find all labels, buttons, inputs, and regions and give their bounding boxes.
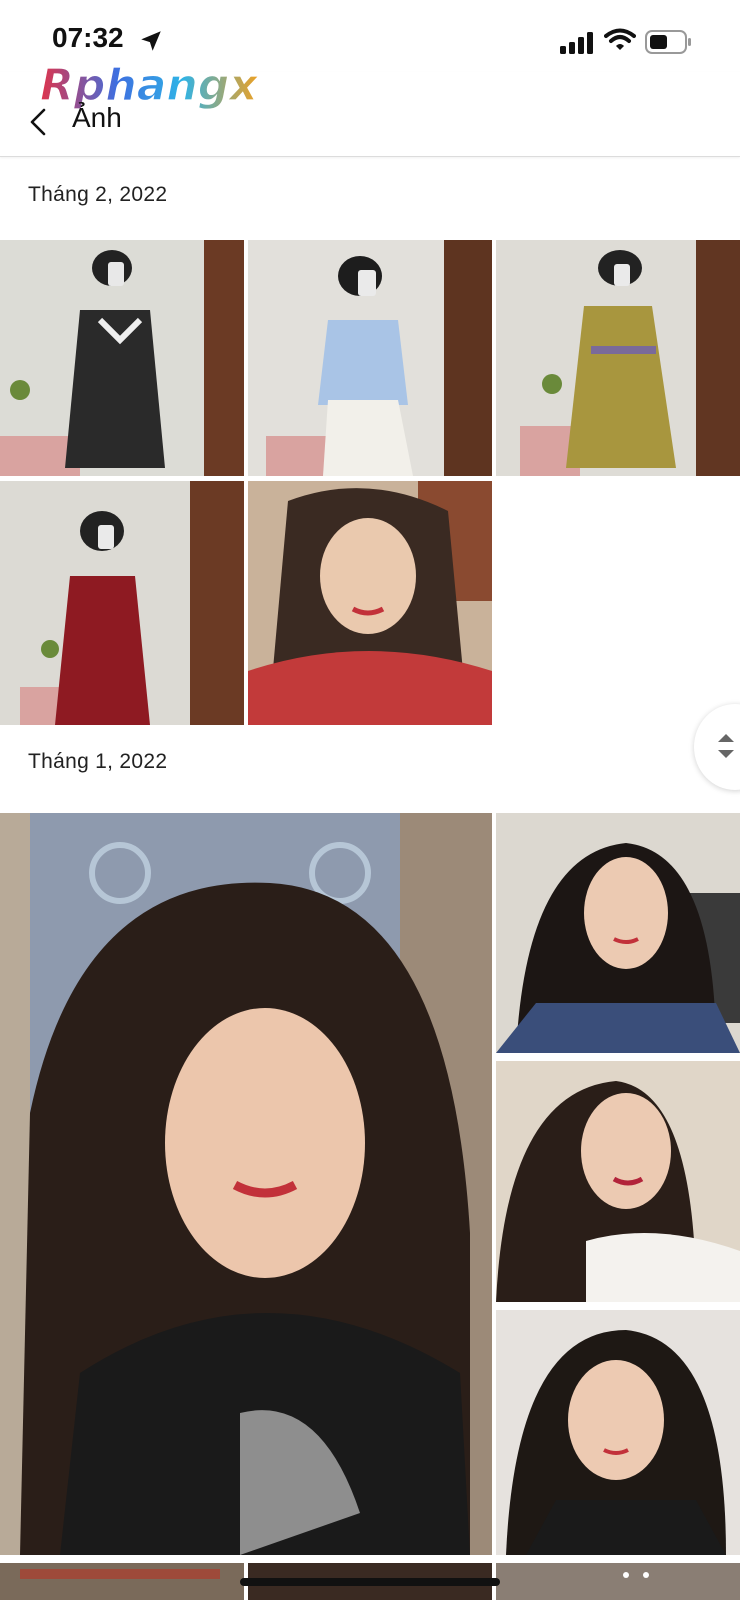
photo-thumbnail[interactable] <box>496 1563 740 1600</box>
photo-thumbnail[interactable] <box>496 813 740 1053</box>
cellular-signal-icon <box>560 32 593 54</box>
photo-thumbnail[interactable] <box>496 1061 740 1302</box>
photo-thumbnail[interactable] <box>0 1563 244 1600</box>
section-title-jan-2022: Tháng 1, 2022 <box>28 750 168 773</box>
photo-thumbnail[interactable] <box>496 1310 740 1555</box>
wifi-icon <box>604 28 636 50</box>
battery-icon <box>645 30 691 54</box>
page-title: Ảnh <box>72 102 122 133</box>
nav-header: Ảnh <box>0 72 740 157</box>
section-title-feb-2022: Tháng 2, 2022 <box>28 183 168 206</box>
photo-thumbnail-large[interactable] <box>0 813 492 1555</box>
photo-thumbnail[interactable] <box>248 240 492 476</box>
location-arrow-icon <box>141 31 161 51</box>
back-chevron-icon[interactable] <box>20 102 60 142</box>
scroll-arrows-icon <box>718 734 734 758</box>
scroll-handle[interactable] <box>694 704 740 790</box>
photo-thumbnail[interactable] <box>248 481 492 725</box>
home-indicator[interactable] <box>240 1578 500 1586</box>
photo-thumbnail[interactable] <box>496 240 740 476</box>
photo-thumbnail[interactable] <box>0 481 244 725</box>
photo-thumbnail[interactable] <box>0 240 244 476</box>
status-time: 07:32 <box>52 22 124 53</box>
